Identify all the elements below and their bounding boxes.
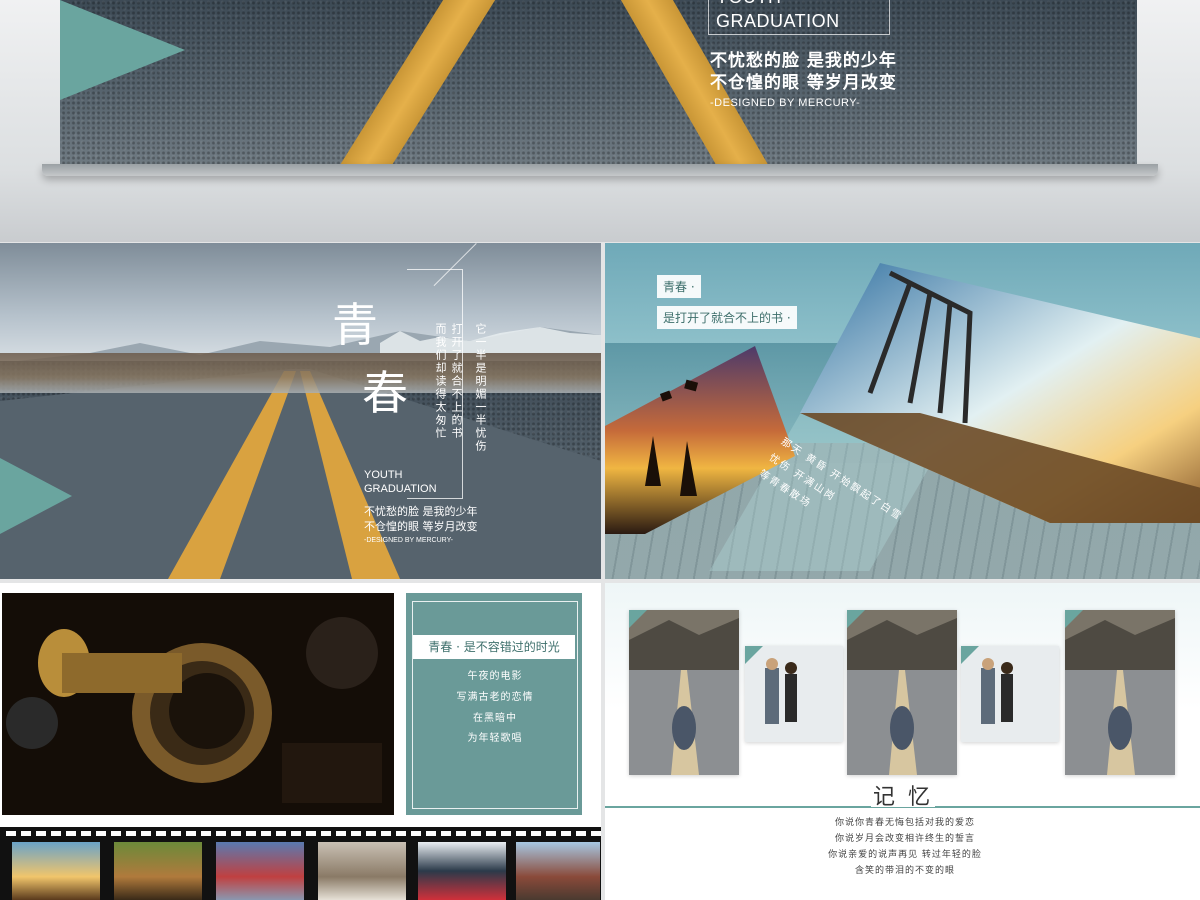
road-lanes <box>0 369 601 579</box>
film-sprocket-hole <box>261 831 271 836</box>
film-sprocket-hole <box>96 831 106 836</box>
film-sprocket-hole <box>231 831 241 836</box>
sunset-graduates-photo <box>605 346 795 534</box>
film-frame-5 <box>418 842 506 900</box>
road <box>0 361 601 579</box>
film-sprocket-hole <box>21 831 31 836</box>
film-sprocket-hole <box>396 831 406 836</box>
s3-title: 青春 · 是不容错过的时光 <box>413 635 575 659</box>
vertical-text-1: 而我们却读得太匆忙 <box>434 323 447 440</box>
s4-line-3: 你说亲爱的说声再见 转过年轻的脸 <box>828 850 982 860</box>
s1-cn-line1: 不忧愁的脸 是我的少年 <box>364 505 478 518</box>
s1-en-line1: YOUTH <box>364 469 403 481</box>
vertical-text-3: 它一半是明媚一半忧伤 <box>474 323 487 453</box>
film-sprocket-hole <box>501 831 511 836</box>
film-sprocket-hole <box>291 831 301 836</box>
card-corner-triangle <box>629 610 647 628</box>
hero-en-line1: YOUTH <box>716 0 782 8</box>
film-sprocket-hole <box>516 831 526 836</box>
film-sprocket-hole <box>456 831 466 836</box>
film-sprocket-hole <box>366 831 376 836</box>
hero-stand-bar <box>42 164 1158 176</box>
film-sprocket-hole <box>531 831 541 836</box>
film-sprocket-hole <box>546 831 556 836</box>
film-sprocket-hole <box>126 831 136 836</box>
card-corner-triangle <box>1065 610 1083 628</box>
teal-card-frame <box>412 601 578 809</box>
hero-cn-line2: 不仓惶的眼 等岁月改变 <box>710 73 897 93</box>
film-sprocket-hole <box>351 831 361 836</box>
s3-line-2: 写满古老的恋情 <box>456 692 534 703</box>
s1-en-line2: GRADUATION <box>364 483 437 495</box>
hero-designer: -DESIGNED BY MERCURY- <box>710 97 861 109</box>
film-frame-4 <box>318 842 406 900</box>
s1-teal-triangle <box>0 458 72 534</box>
slide-graduation-collage[interactable]: 青春 · 是打开了就合不上的书 · 那天 黄昏 开始飘起了白雪 忧伤 开满山岗 … <box>605 243 1200 579</box>
film-strip <box>0 827 601 900</box>
slide-memory[interactable]: 记 忆 你说你青春无悔包括对我的爱恋 你说岁月会改变相许终生的誓言 你说亲爱的说… <box>605 583 1200 900</box>
film-sprocket-hole <box>201 831 211 836</box>
big-char-qing: 青 <box>332 298 378 352</box>
film-sprocket-hole <box>336 831 346 836</box>
film-sprocket-hole <box>381 831 391 836</box>
film-sprocket-hole <box>276 831 286 836</box>
film-sprocket-hole <box>36 831 46 836</box>
s1-cn-line2: 不仓惶的眼 等岁月改变 <box>364 520 478 533</box>
s3-line-1: 午夜的电影 <box>467 671 523 682</box>
film-sprocket-hole <box>576 831 586 836</box>
film-sprocket-hole <box>471 831 481 836</box>
film-sprocket-hole <box>411 831 421 836</box>
film-sprocket-hole <box>246 831 256 836</box>
film-sprocket-hole <box>216 831 226 836</box>
film-sprocket-hole <box>306 831 316 836</box>
s3-line-3: 在黑暗中 <box>473 713 517 724</box>
film-sprocket-hole <box>441 831 451 836</box>
film-sprocket-hole <box>171 831 181 836</box>
roadside-scrub <box>0 353 601 393</box>
photo-card-couple-1 <box>745 646 843 742</box>
hero-road-photo <box>60 0 1137 164</box>
card-corner-triangle <box>847 610 865 628</box>
s4-line-2: 你说岁月会改变相许终生的誓言 <box>834 834 975 844</box>
s1-designer: -DESIGNED BY MERCURY- <box>364 537 453 544</box>
film-sprocket-hole <box>426 831 436 836</box>
film-projector-photo <box>2 593 394 815</box>
tag-book: 是打开了就合不上的书 · <box>657 306 797 329</box>
film-sprocket-hole <box>141 831 151 836</box>
film-sprocket-hole <box>81 831 91 836</box>
film-sprocket-hole <box>561 831 571 836</box>
s3-line-4: 为年轻歌唱 <box>467 733 523 744</box>
photo-card-couple-2 <box>961 646 1059 742</box>
slide-projector[interactable]: 青春 · 是不容错过的时光 午夜的电影 写满古老的恋情 在黑暗中 为年轻歌唱 <box>0 583 601 900</box>
film-sprocket-hole <box>486 831 496 836</box>
film-sprocket-hole <box>156 831 166 836</box>
film-frame-6 <box>516 842 600 900</box>
vertical-text-2: 打开了就合不上的书 <box>450 323 463 440</box>
memory-title: 记 忆 <box>871 779 935 810</box>
hero-en-line2: GRADUATION <box>716 11 840 31</box>
hero-teal-triangle <box>60 0 185 100</box>
film-sprocket-hole <box>186 831 196 836</box>
s4-line-4: 含笑的带泪的不变的眼 <box>854 866 955 876</box>
film-frame-2 <box>114 842 202 900</box>
tag-qingchun: 青春 · <box>657 275 701 298</box>
film-sprocket-hole <box>321 831 331 836</box>
film-frame-3 <box>216 842 304 900</box>
film-sprocket-hole <box>51 831 61 836</box>
card-corner-triangle <box>961 646 979 664</box>
s4-line-1: 你说你青春无悔包括对我的爱恋 <box>834 818 975 828</box>
film-sprocket-hole <box>591 831 601 836</box>
photo-card-road-1 <box>629 610 739 775</box>
photo-card-road-3 <box>1065 610 1175 775</box>
big-char-chun: 春 <box>362 366 408 420</box>
film-sprocket-hole <box>111 831 121 836</box>
card-corner-triangle <box>745 646 763 664</box>
film-frame-1 <box>12 842 100 900</box>
photo-card-road-2 <box>847 610 957 775</box>
slide-road-cover[interactable]: 青 春 而我们却读得太匆忙 打开了就合不上的书 它一半是明媚一半忧伤 YOUTH… <box>0 243 601 579</box>
road-line-left <box>324 0 508 164</box>
film-sprocket-hole <box>66 831 76 836</box>
film-sprocket-hole <box>6 831 16 836</box>
